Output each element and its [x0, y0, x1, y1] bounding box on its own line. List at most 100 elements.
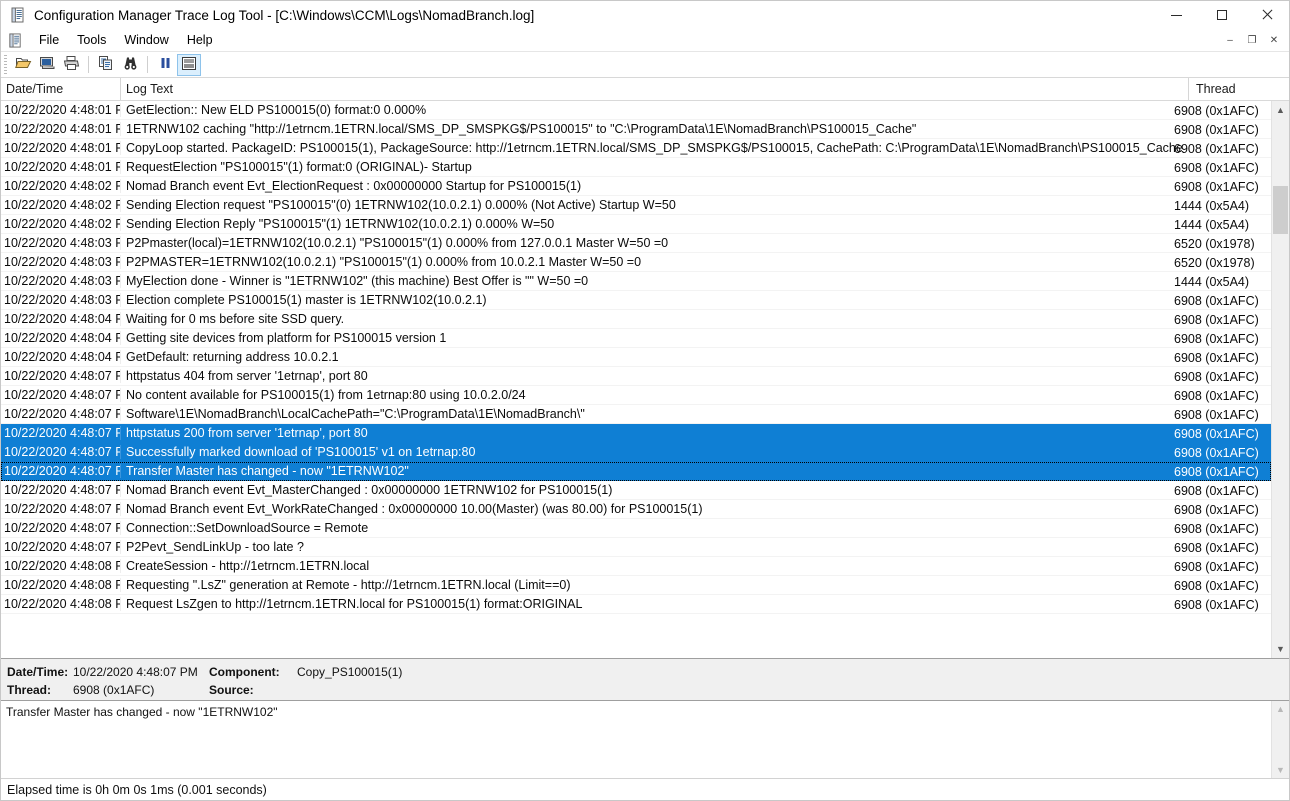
table-row[interactable]: 10/22/2020 4:48:08 PMCreateSession - htt…	[1, 557, 1271, 576]
copy-button[interactable]	[94, 54, 118, 76]
table-row[interactable]: 10/22/2020 4:48:07 PMhttpstatus 200 from…	[1, 424, 1271, 443]
open-computer-button[interactable]	[35, 54, 59, 76]
table-row[interactable]: 10/22/2020 4:48:04 PMGetDefault: returni…	[1, 348, 1271, 367]
menu-bar: File Tools Window Help – ❐ ✕	[1, 29, 1289, 51]
minimize-icon	[1171, 15, 1182, 16]
column-header-datetime[interactable]: Date/Time	[1, 78, 121, 100]
table-row[interactable]: 10/22/2020 4:48:03 PMElection complete P…	[1, 291, 1271, 310]
open-file-button[interactable]	[11, 54, 35, 76]
table-row[interactable]: 10/22/2020 4:48:03 PMMyElection done - W…	[1, 272, 1271, 291]
cell-datetime: 10/22/2020 4:48:04 PM	[1, 350, 121, 364]
menu-item-window[interactable]: Window	[115, 31, 177, 49]
scroll-track[interactable]	[1272, 118, 1289, 641]
cell-thread: 6908 (0x1AFC)	[1171, 500, 1271, 519]
pause-button[interactable]	[153, 54, 177, 76]
cell-thread: 6908 (0x1AFC)	[1171, 557, 1271, 576]
cell-thread: 6908 (0x1AFC)	[1171, 158, 1271, 177]
cell-datetime: 10/22/2020 4:48:03 PM	[1, 293, 121, 307]
menu-item-tools[interactable]: Tools	[68, 31, 115, 49]
table-row[interactable]: 10/22/2020 4:48:07 PMSoftware\1E\NomadBr…	[1, 405, 1271, 424]
table-row[interactable]: 10/22/2020 4:48:07 PMTransfer Master has…	[1, 462, 1271, 481]
highlight-button[interactable]	[177, 54, 201, 76]
scroll-down-arrow[interactable]: ▼	[1272, 641, 1289, 658]
table-row[interactable]: 10/22/2020 4:48:01 PMGetElection:: New E…	[1, 101, 1271, 120]
find-button[interactable]	[118, 54, 142, 76]
close-button[interactable]	[1244, 1, 1289, 29]
minimize-button[interactable]	[1154, 1, 1199, 29]
scroll-track[interactable]	[1272, 718, 1289, 762]
table-row[interactable]: 10/22/2020 4:48:03 PMP2Pmaster(local)=1E…	[1, 234, 1271, 253]
cell-datetime: 10/22/2020 4:48:02 PM	[1, 198, 121, 212]
cell-datetime: 10/22/2020 4:48:07 PM	[1, 407, 121, 421]
table-row[interactable]: 10/22/2020 4:48:01 PM1ETRNW102 caching "…	[1, 120, 1271, 139]
menu-item-help[interactable]: Help	[178, 31, 222, 49]
table-row[interactable]: 10/22/2020 4:48:01 PMCopyLoop started. P…	[1, 139, 1271, 158]
toolbar-separator	[88, 56, 89, 73]
cell-logtext: MyElection done - Winner is "1ETRNW102" …	[121, 274, 1271, 288]
scroll-up-arrow[interactable]: ▲	[1272, 701, 1289, 718]
cell-datetime: 10/22/2020 4:48:01 PM	[1, 122, 121, 136]
mdi-minimize-button[interactable]: –	[1219, 30, 1241, 50]
table-row[interactable]: 10/22/2020 4:48:02 PMSending Election re…	[1, 196, 1271, 215]
table-row[interactable]: 10/22/2020 4:48:08 PMRequest LsZgen to h…	[1, 595, 1271, 614]
cell-thread: 6908 (0x1AFC)	[1171, 367, 1271, 386]
log-vertical-scrollbar[interactable]: ▲ ▼	[1271, 101, 1289, 658]
table-row[interactable]: 10/22/2020 4:48:07 PMNomad Branch event …	[1, 500, 1271, 519]
scroll-down-arrow[interactable]: ▼	[1272, 761, 1289, 778]
cell-datetime: 10/22/2020 4:48:04 PM	[1, 331, 121, 345]
log-rows-container[interactable]: 10/22/2020 4:48:01 PMGetElection:: New E…	[1, 101, 1271, 658]
table-row[interactable]: 10/22/2020 4:48:03 PMP2PMASTER=1ETRNW102…	[1, 253, 1271, 272]
cell-datetime: 10/22/2020 4:48:02 PM	[1, 217, 121, 231]
cell-datetime: 10/22/2020 4:48:03 PM	[1, 274, 121, 288]
cell-thread: 6908 (0x1AFC)	[1171, 595, 1271, 614]
table-row[interactable]: 10/22/2020 4:48:04 PMWaiting for 0 ms be…	[1, 310, 1271, 329]
cell-thread: 6908 (0x1AFC)	[1171, 120, 1271, 139]
maximize-icon	[1217, 10, 1227, 20]
cell-thread: 6908 (0x1AFC)	[1171, 101, 1271, 120]
table-row[interactable]: 10/22/2020 4:48:07 PMConnection::SetDown…	[1, 519, 1271, 538]
scroll-up-arrow[interactable]: ▲	[1272, 101, 1289, 118]
table-row[interactable]: 10/22/2020 4:48:04 PMGetting site device…	[1, 329, 1271, 348]
table-row[interactable]: 10/22/2020 4:48:01 PMRequestElection "PS…	[1, 158, 1271, 177]
cell-logtext: Connection::SetDownloadSource = Remote	[121, 521, 1271, 535]
cell-thread: 6908 (0x1AFC)	[1171, 310, 1271, 329]
table-row[interactable]: 10/22/2020 4:48:07 PMNo content availabl…	[1, 386, 1271, 405]
menu-item-file[interactable]: File	[30, 31, 68, 49]
status-text: Elapsed time is 0h 0m 0s 1ms (0.001 seco…	[7, 783, 267, 797]
table-row[interactable]: 10/22/2020 4:48:07 PMNomad Branch event …	[1, 481, 1271, 500]
table-row[interactable]: 10/22/2020 4:48:08 PMRequesting ".LsZ" g…	[1, 576, 1271, 595]
cell-thread: 6908 (0x1AFC)	[1171, 139, 1271, 158]
cell-logtext: Nomad Branch event Evt_WorkRateChanged :…	[121, 502, 1271, 516]
message-vertical-scrollbar[interactable]: ▲ ▼	[1271, 701, 1289, 779]
column-header-logtext[interactable]: Log Text	[121, 78, 1189, 100]
toolbar-separator	[147, 56, 148, 73]
detail-datetime-label: Date/Time:	[7, 665, 73, 679]
detail-component-label: Component:	[209, 665, 297, 679]
table-row[interactable]: 10/22/2020 4:48:02 PMNomad Branch event …	[1, 177, 1271, 196]
lines-list-icon	[181, 56, 197, 74]
cell-datetime: 10/22/2020 4:48:03 PM	[1, 255, 121, 269]
table-row[interactable]: 10/22/2020 4:48:07 PMSuccessfully marked…	[1, 443, 1271, 462]
mdi-close-button[interactable]: ✕	[1263, 30, 1285, 50]
cell-datetime: 10/22/2020 4:48:03 PM	[1, 236, 121, 250]
table-row[interactable]: 10/22/2020 4:48:07 PMhttpstatus 404 from…	[1, 367, 1271, 386]
column-header-thread[interactable]: Thread	[1189, 78, 1289, 100]
title-bar: Configuration Manager Trace Log Tool - […	[1, 1, 1289, 29]
cell-datetime: 10/22/2020 4:48:07 PM	[1, 464, 121, 478]
maximize-button[interactable]	[1199, 1, 1244, 29]
message-text[interactable]: Transfer Master has changed - now "1ETRN…	[1, 701, 1271, 779]
cell-logtext: Sending Election request "PS100015"(0) 1…	[121, 198, 1271, 212]
cell-datetime: 10/22/2020 4:48:07 PM	[1, 483, 121, 497]
table-row[interactable]: 10/22/2020 4:48:07 PMP2Pevt_SendLinkUp -…	[1, 538, 1271, 557]
cell-datetime: 10/22/2020 4:48:07 PM	[1, 388, 121, 402]
cell-thread: 6908 (0x1AFC)	[1171, 519, 1271, 538]
detail-component-value: Copy_PS100015(1)	[297, 665, 402, 679]
print-button[interactable]	[59, 54, 83, 76]
table-row[interactable]: 10/22/2020 4:48:02 PMSending Election Re…	[1, 215, 1271, 234]
toolbar	[1, 51, 1289, 78]
cell-logtext: P2PMASTER=1ETRNW102(10.0.2.1) "PS100015"…	[121, 255, 1271, 269]
toolbar-grip[interactable]	[4, 55, 7, 74]
mdi-restore-button[interactable]: ❐	[1241, 30, 1263, 50]
scroll-thumb[interactable]	[1273, 186, 1288, 234]
cell-datetime: 10/22/2020 4:48:01 PM	[1, 160, 121, 174]
